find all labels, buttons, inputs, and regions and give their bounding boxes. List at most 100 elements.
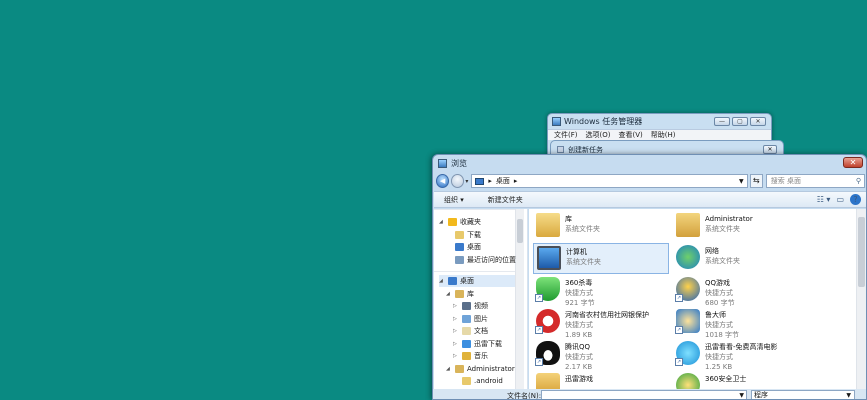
network-icon	[676, 245, 700, 269]
file-detail: 系统文件夹	[705, 257, 740, 265]
file-list: 库系统文件夹 Administrator 系统文件夹 计算机 系统文件夹 网络 系统文件夹 ↗…	[529, 209, 857, 389]
file-item[interactable]: Administrator 系统文件夹	[673, 211, 809, 242]
nav-divider	[434, 209, 515, 210]
new-folder-button[interactable]: 新建文件夹	[488, 195, 523, 205]
nav-item[interactable]: ▷ 迅雷下载	[453, 338, 502, 350]
expand-toggle-icon[interactable]: ◢	[439, 278, 445, 284]
menu-view[interactable]: 查看(V)	[618, 130, 642, 140]
browse-window[interactable]: 浏览 ✕ ◀ ▾ ▸ 桌面 ▸ ▼ ⇆ 搜索 桌面 ⚲ 组织 ▾ 新建文件夹 ☷…	[432, 154, 867, 400]
breadcrumb-separator: ▸	[488, 177, 492, 185]
file-name: QQ游戏	[705, 279, 731, 287]
expand-toggle-icon[interactable]: ◢	[446, 291, 452, 297]
xunlei-game-icon	[536, 373, 560, 389]
nav-item[interactable]: ◢ 库	[446, 288, 474, 300]
shortcut-arrow-icon: ↗	[675, 294, 683, 302]
recent-icon	[455, 256, 464, 264]
filename-bar: 文件名(N): ▼ 程序 ▼	[433, 389, 866, 399]
nav-item-label: 迅雷下载	[474, 340, 502, 348]
file-item[interactable]: ↗ 迅雷看看-免费高清电影 快捷方式 1.25 KB	[673, 339, 809, 371]
file-name: 库	[565, 215, 572, 223]
menu-file[interactable]: 文件(F)	[554, 130, 578, 140]
nav-item[interactable]: ◢ Administrator	[446, 363, 515, 375]
nav-item[interactable]: 下载	[446, 229, 481, 241]
file-item[interactable]: 网络 系统文件夹	[673, 243, 809, 274]
nav-item[interactable]: ▷ 文档	[453, 325, 488, 337]
expand-toggle-icon[interactable]: ◢	[446, 366, 452, 372]
task-manager-menubar: 文件(F) 选项(O) 查看(V) 帮助(H)	[548, 129, 771, 140]
file-item[interactable]: ↗ 河南省农村信用社网银保护 快捷方式 1.89 KB	[533, 307, 669, 339]
breadcrumb-separator: ▸	[513, 177, 518, 185]
recent-pages-dropdown[interactable]: ▾	[465, 178, 468, 185]
browse-close-button[interactable]: ✕	[843, 157, 863, 168]
file-item[interactable]: ↗ 鲁大师 快捷方式 1018 字节	[673, 307, 809, 339]
shortcut-arrow-icon: ↗	[535, 294, 543, 302]
file-item[interactable]: 360安全卫士	[673, 371, 809, 389]
menu-help[interactable]: 帮助(H)	[651, 130, 676, 140]
file-detail: 快捷方式	[565, 321, 593, 329]
nav-item[interactable]: ◢ 桌面	[439, 275, 515, 287]
nav-scrollbar[interactable]	[515, 209, 524, 399]
desktop-icon	[448, 277, 457, 285]
file-name: Administrator	[705, 215, 753, 223]
close-button[interactable]: ✕	[750, 117, 766, 126]
expand-toggle-icon[interactable]: ◢	[439, 219, 445, 225]
file-item[interactable]: ↗ 360杀毒 快捷方式 921 字节	[533, 275, 669, 307]
file-item[interactable]: ↗ 腾讯QQ 快捷方式 2.17 KB	[533, 339, 669, 371]
menu-options[interactable]: 选项(O)	[586, 130, 611, 140]
task-manager-title: Windows 任务管理器	[564, 117, 643, 126]
view-options-icon[interactable]: ☷ ▾	[817, 195, 831, 204]
file-detail: 快捷方式	[565, 289, 593, 297]
expand-toggle-icon[interactable]: ▷	[453, 303, 459, 309]
file-detail: 系统文件夹	[566, 258, 601, 266]
expand-toggle-icon[interactable]: ▷	[453, 353, 459, 359]
path-box[interactable]: ▸ 桌面 ▸ ▼	[471, 174, 748, 188]
filetype-select[interactable]: 程序 ▼	[751, 390, 855, 399]
run-icon	[557, 146, 564, 153]
file-item[interactable]: 计算机 系统文件夹	[533, 243, 669, 274]
command-bar: 组织 ▾ 新建文件夹 ☷ ▾ ▭ ?	[434, 191, 866, 208]
maximize-button[interactable]: ▢	[732, 117, 748, 126]
task-manager-icon	[552, 117, 561, 126]
file-item[interactable]: 迅雷游戏	[533, 371, 669, 389]
video-icon	[462, 302, 471, 310]
file-name: 360杀毒	[565, 279, 593, 287]
expand-toggle-icon[interactable]: ▷	[453, 316, 459, 322]
help-icon[interactable]: ?	[850, 194, 861, 205]
forward-button[interactable]	[451, 174, 465, 188]
desktop-icon	[475, 177, 485, 185]
new-task-close-button[interactable]: ✕	[763, 145, 777, 154]
preview-pane-icon[interactable]: ▭	[836, 195, 844, 204]
nav-item[interactable]: ▷ 图片	[453, 313, 488, 325]
nav-item[interactable]: ◢ 收藏夹	[439, 216, 481, 228]
pictures-icon	[462, 315, 471, 323]
file-item[interactable]: ↗ QQ游戏 快捷方式 680 字节	[673, 275, 809, 307]
user-folder-icon	[455, 365, 464, 373]
nav-item[interactable]: .android	[453, 375, 503, 387]
file-name: 迅雷游戏	[565, 375, 593, 383]
browse-title: 浏览	[451, 159, 467, 168]
filename-input[interactable]: ▼	[541, 390, 747, 399]
nav-item[interactable]: ▷ 音乐	[453, 350, 488, 362]
refresh-button[interactable]: ⇆	[749, 174, 763, 188]
address-bar: ◀ ▾ ▸ 桌面 ▸ ▼ ⇆ 搜索 桌面 ⚲	[436, 172, 865, 190]
nav-item[interactable]: 最近访问的位置	[446, 254, 516, 266]
file-name: 360安全卫士	[705, 375, 747, 383]
file-item[interactable]: 库系统文件夹	[533, 211, 669, 242]
nav-item-label: 桌面	[467, 243, 481, 251]
nav-item[interactable]: 桌面	[446, 241, 481, 253]
back-button[interactable]: ◀	[436, 174, 450, 188]
minimize-button[interactable]: —	[714, 117, 730, 126]
nav-item[interactable]: ▷ 视频	[453, 300, 488, 312]
file-name: 河南省农村信用社网银保护	[565, 311, 649, 319]
chevron-down-icon[interactable]: ▼	[739, 178, 744, 185]
search-input[interactable]: 搜索 桌面 ⚲	[765, 174, 865, 188]
file-list-scrollbar[interactable]	[856, 209, 866, 389]
organize-button[interactable]: 组织 ▾	[444, 195, 464, 205]
file-detail: 快捷方式	[705, 289, 733, 297]
qq-penguin-icon: ↗	[535, 341, 560, 366]
expand-toggle-icon[interactable]: ▷	[453, 328, 459, 334]
shortcut-arrow-icon: ↗	[535, 326, 543, 334]
breadcrumb-desktop[interactable]: 桌面	[496, 176, 510, 186]
search-icon: ⚲	[855, 177, 861, 185]
expand-toggle-icon[interactable]: ▷	[453, 341, 459, 347]
